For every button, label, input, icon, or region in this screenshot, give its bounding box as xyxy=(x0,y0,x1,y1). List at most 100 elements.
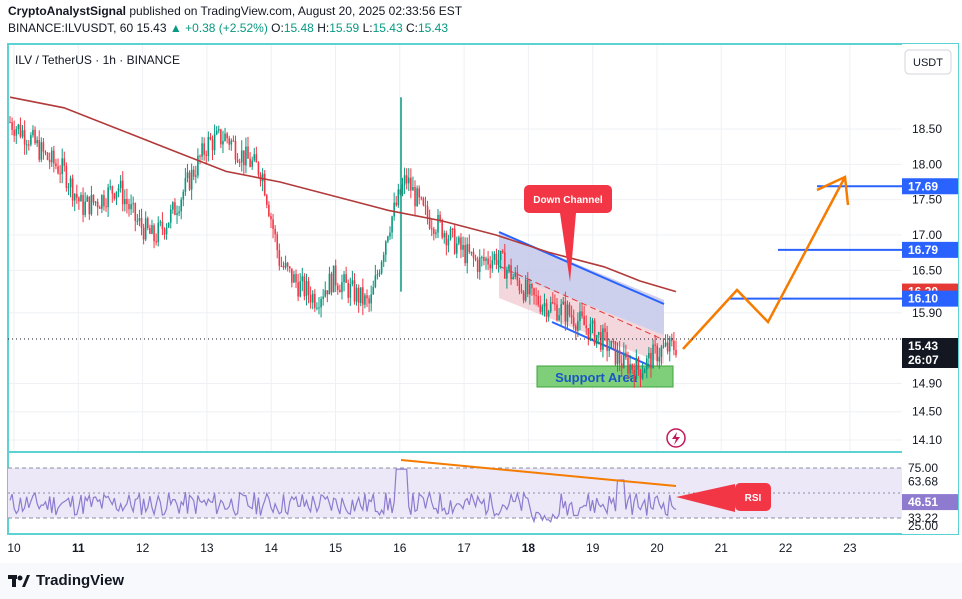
candle-body xyxy=(579,311,581,322)
time-tick-label: 22 xyxy=(779,541,793,555)
candle-body xyxy=(445,233,448,246)
candle-body xyxy=(623,352,625,368)
candle-body xyxy=(334,265,337,286)
candle-body xyxy=(178,211,180,214)
candle-body xyxy=(405,175,408,184)
candle-body xyxy=(159,221,162,223)
candle-body xyxy=(499,250,502,260)
price-label-text: 15.43 xyxy=(908,339,938,353)
candle-body xyxy=(645,358,648,370)
time-tick-label: 19 xyxy=(586,541,600,555)
candle-body xyxy=(228,138,231,145)
candle-body xyxy=(604,328,606,333)
candle-body xyxy=(631,364,633,370)
candle-body xyxy=(376,274,379,276)
time-tick-label: 21 xyxy=(715,541,729,555)
candle-body xyxy=(332,265,335,293)
candle-body xyxy=(155,241,157,243)
candle-body xyxy=(94,201,97,203)
candle-body xyxy=(529,284,531,295)
candle-body xyxy=(481,257,483,259)
candle-body xyxy=(53,150,55,164)
candle-body xyxy=(111,186,114,194)
candle-body xyxy=(437,214,439,233)
candle-body xyxy=(209,136,212,140)
candle-body xyxy=(433,228,435,234)
candle-body xyxy=(90,194,93,215)
candle-body xyxy=(138,218,141,221)
candle-body xyxy=(549,302,552,312)
time-tick-label: 17 xyxy=(457,541,471,555)
candle-body xyxy=(660,347,663,358)
candle-body xyxy=(299,281,302,297)
candle-body xyxy=(84,201,86,215)
candle-body xyxy=(207,136,210,156)
price-label-text: 16.79 xyxy=(908,243,938,257)
price-chart[interactable]: Support Area Down Channel RSI 18.50 18.00… xyxy=(0,0,962,563)
candle-body xyxy=(130,204,132,210)
candle-body xyxy=(449,228,452,240)
candle-body xyxy=(263,173,266,196)
candle-body xyxy=(666,342,669,352)
candle-body xyxy=(620,363,623,368)
candle-body xyxy=(562,301,565,305)
candle-body xyxy=(217,129,220,131)
candle-body xyxy=(372,286,375,295)
candle-body xyxy=(339,289,341,293)
candle-body xyxy=(637,357,640,370)
candle-body xyxy=(88,196,91,215)
candle-body xyxy=(25,144,28,146)
candle-body xyxy=(547,311,550,317)
candle-body xyxy=(416,188,418,207)
candle-body xyxy=(635,357,638,380)
price-tick-label: 18.00 xyxy=(912,157,942,171)
candle-body xyxy=(92,194,95,203)
candle-body xyxy=(512,276,514,280)
price-label-text: 16.10 xyxy=(908,292,938,306)
rsi-tick-label: 63.68 xyxy=(908,475,938,489)
candle-body xyxy=(23,130,26,145)
candle-body xyxy=(247,146,249,159)
candle-body xyxy=(343,274,345,283)
candle-body xyxy=(589,323,592,340)
candle-body xyxy=(182,191,185,200)
candle-body xyxy=(203,143,205,155)
candle-body xyxy=(493,253,496,261)
candle-body xyxy=(570,314,573,318)
tradingview-logo[interactable]: TradingView xyxy=(8,572,124,589)
candle-body xyxy=(614,341,617,365)
candle-body xyxy=(407,177,410,184)
candle-body xyxy=(627,357,629,374)
candle-body xyxy=(50,150,53,163)
candle-body xyxy=(98,207,101,209)
candle-body xyxy=(608,348,610,351)
candle-body xyxy=(180,199,182,212)
rsi-tick-label: 25.00 xyxy=(908,519,938,533)
candle-body xyxy=(497,259,500,265)
candle-body xyxy=(370,294,372,304)
candle-body xyxy=(46,152,49,160)
candle-body xyxy=(149,228,151,234)
rsi-callout-label: RSI xyxy=(745,493,762,504)
candle-body xyxy=(476,259,479,272)
candle-body xyxy=(556,304,558,321)
candle-body xyxy=(464,245,466,264)
time-tick-label: 23 xyxy=(843,541,857,555)
candle-body xyxy=(362,287,364,305)
price-tick-label: 14.10 xyxy=(912,433,942,447)
candle-body xyxy=(190,169,193,190)
candle-body xyxy=(17,124,20,130)
candle-body xyxy=(257,162,260,175)
candle-body xyxy=(389,232,391,237)
candle-body xyxy=(533,288,535,296)
candle-body xyxy=(648,352,650,359)
candle-body xyxy=(220,129,222,145)
candle-body xyxy=(359,287,362,303)
candle-body xyxy=(602,328,604,350)
candle-body xyxy=(324,290,327,297)
candle-body xyxy=(222,141,224,145)
candle-body xyxy=(633,369,636,380)
candle-body xyxy=(468,244,471,253)
candle-body xyxy=(514,272,517,277)
candle-body xyxy=(554,303,556,305)
